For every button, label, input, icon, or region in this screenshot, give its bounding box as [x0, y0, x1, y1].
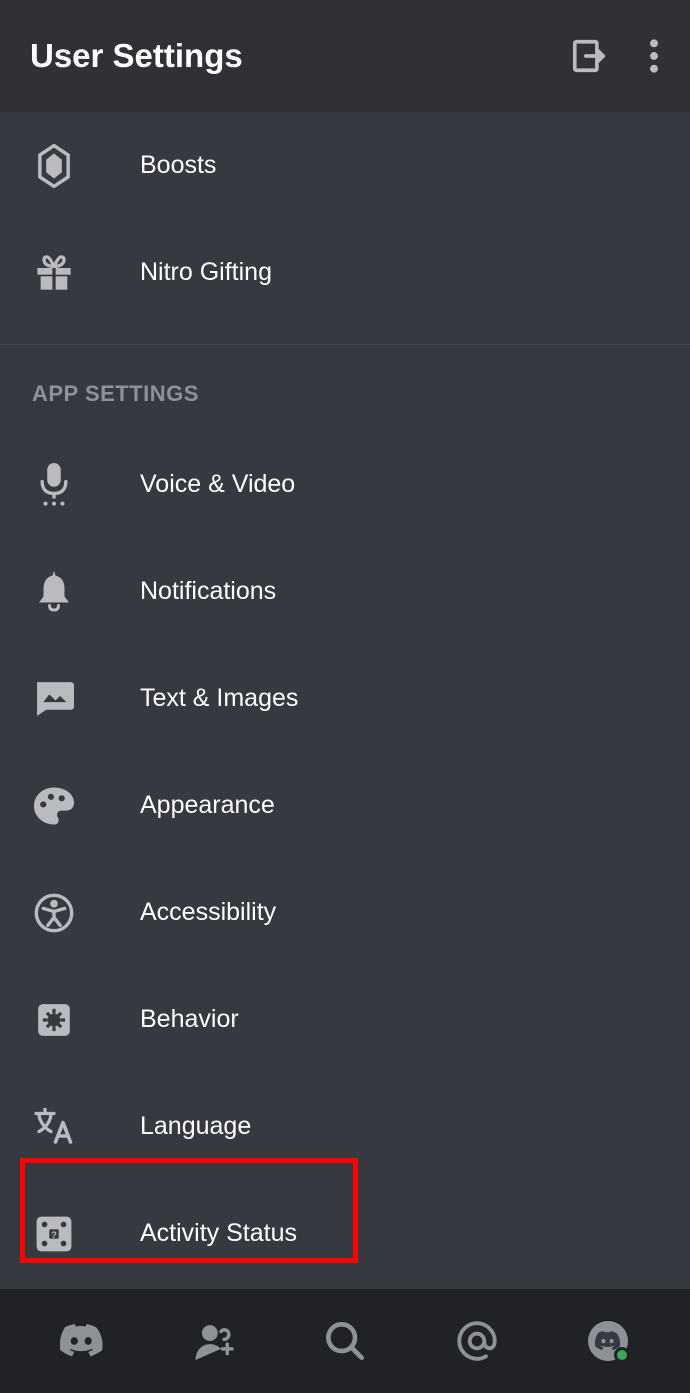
- bell-icon: [32, 570, 76, 614]
- svg-text:?: ?: [51, 1229, 57, 1240]
- settings-item-behavior[interactable]: Behavior: [0, 966, 690, 1073]
- settings-list: Boosts Nitro Gifting APP SETTINGS Voi: [0, 112, 690, 1289]
- settings-item-label: Activity Status: [140, 1219, 297, 1248]
- settings-item-notifications[interactable]: Notifications: [0, 538, 690, 645]
- settings-item-accessibility[interactable]: Accessibility: [0, 859, 690, 966]
- status-online-indicator: [614, 1347, 630, 1363]
- settings-item-label: Notifications: [140, 577, 276, 606]
- nav-discord-icon[interactable]: [60, 1319, 104, 1363]
- settings-item-label: Appearance: [140, 791, 275, 820]
- header: User Settings: [0, 0, 690, 112]
- settings-item-voice-video[interactable]: Voice & Video: [0, 431, 690, 538]
- settings-item-appearance[interactable]: Appearance: [0, 752, 690, 859]
- translate-icon: [32, 1105, 76, 1149]
- nav-friends-icon[interactable]: [191, 1319, 235, 1363]
- image-icon: [32, 677, 76, 721]
- settings-item-text-images[interactable]: Text & Images: [0, 645, 690, 752]
- bottom-navigation: [0, 1289, 690, 1393]
- more-options-icon[interactable]: [648, 37, 660, 75]
- accessibility-icon: [32, 891, 76, 935]
- settings-item-label: Text & Images: [140, 684, 298, 713]
- activity-icon: ?: [32, 1212, 76, 1256]
- settings-item-label: Behavior: [140, 1005, 239, 1034]
- palette-icon: [32, 784, 76, 828]
- nav-search-icon[interactable]: [323, 1319, 367, 1363]
- settings-item-label: Nitro Gifting: [140, 258, 272, 287]
- settings-item-label: Accessibility: [140, 898, 276, 927]
- settings-item-boosts[interactable]: Boosts: [0, 112, 690, 219]
- settings-item-label: Voice & Video: [140, 470, 295, 499]
- gift-icon: [32, 251, 76, 295]
- nav-profile-icon[interactable]: [586, 1319, 630, 1363]
- section-header-app-settings: APP SETTINGS: [0, 344, 690, 431]
- settings-item-nitro-gifting[interactable]: Nitro Gifting: [0, 219, 690, 326]
- page-title: User Settings: [30, 37, 243, 75]
- settings-item-language[interactable]: Language: [0, 1073, 690, 1180]
- settings-item-label: Boosts: [140, 151, 216, 180]
- header-actions: [570, 37, 660, 75]
- settings-item-label: Language: [140, 1112, 251, 1141]
- gear-icon: [32, 998, 76, 1042]
- nav-mentions-icon[interactable]: [455, 1319, 499, 1363]
- boost-icon: [32, 144, 76, 188]
- logout-icon[interactable]: [570, 37, 608, 75]
- microphone-icon: [32, 463, 76, 507]
- settings-item-activity-status[interactable]: ? Activity Status: [0, 1180, 690, 1287]
